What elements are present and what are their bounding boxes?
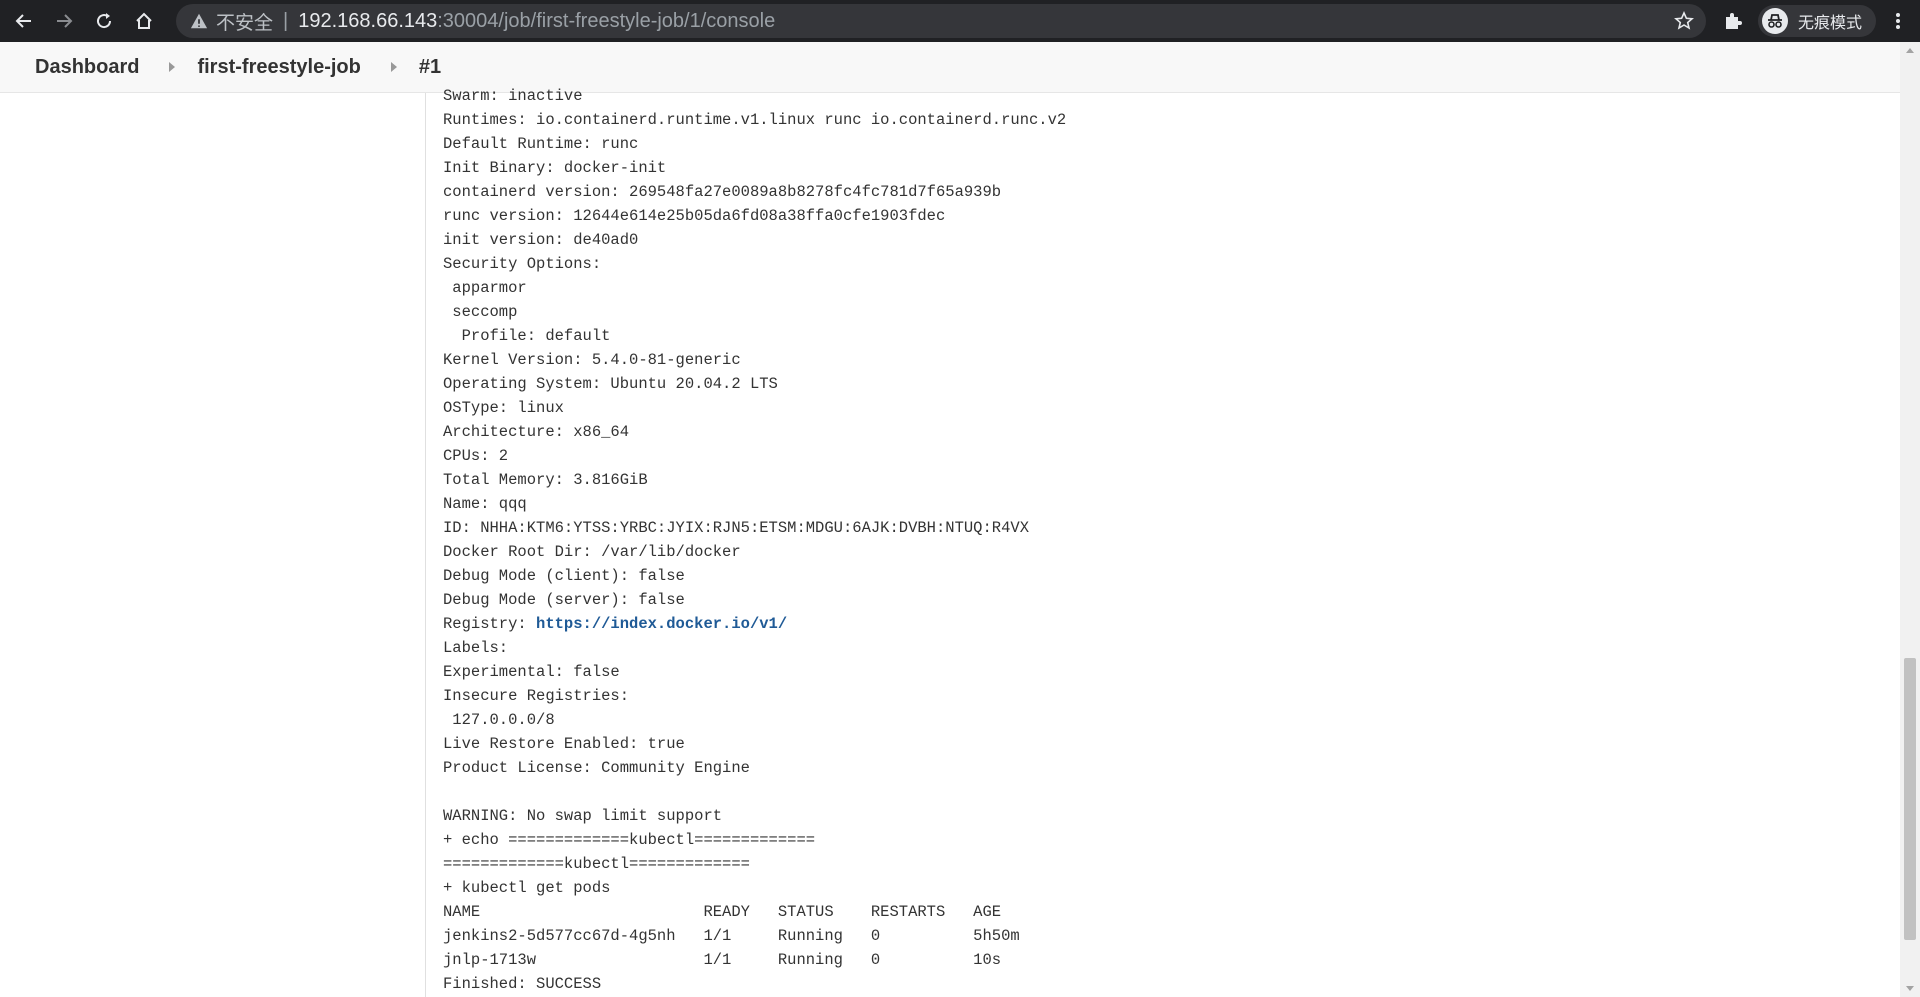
console-line: Total Memory: 3.816GiB bbox=[443, 471, 648, 489]
extensions-puzzle-icon[interactable] bbox=[1722, 10, 1744, 32]
console-line: Product License: Community Engine bbox=[443, 759, 750, 777]
console-line: Runtimes: io.containerd.runtime.v1.linux… bbox=[443, 111, 1067, 129]
bookmark-star-icon[interactable] bbox=[1674, 11, 1694, 31]
scroll-down-arrow-icon[interactable] bbox=[1906, 986, 1914, 991]
console-line: jenkins2-5d577cc67d-4g5nh 1/1 Running 0 … bbox=[443, 927, 1020, 945]
breadcrumb-build[interactable]: #1 bbox=[419, 56, 441, 79]
console-line: Swarm: inactive bbox=[443, 87, 583, 105]
console-line: CPUs: 2 bbox=[443, 447, 509, 465]
console-line: jnlp-1713w 1/1 Running 0 10s bbox=[443, 951, 1002, 969]
registry-link[interactable]: https://index.docker.io/v1/ bbox=[536, 615, 787, 633]
console-line: Name: qqq bbox=[443, 495, 527, 513]
registry-label: Registry: bbox=[443, 615, 537, 633]
console-line: Operating System: Ubuntu 20.04.2 LTS bbox=[443, 375, 778, 393]
console-line: Kernel Version: 5.4.0-81-generic bbox=[443, 351, 741, 369]
breadcrumb-dashboard[interactable]: Dashboard bbox=[35, 56, 139, 79]
browser-toolbar: 不安全 | 192.168.66.143:30004/job/first-fre… bbox=[0, 0, 1920, 42]
warning-icon[interactable] bbox=[190, 12, 208, 30]
console-line: NAME READY STATUS RESTARTS AGE bbox=[443, 903, 1002, 921]
console-line: seccomp bbox=[443, 303, 518, 321]
console-line: ID: NHHA:KTM6:YTSS:YRBC:JYIX:RJN5:ETSM:M… bbox=[443, 519, 1029, 537]
console-line: Finished: SUCCESS bbox=[443, 975, 602, 993]
console-line: runc version: 12644e614e25b05da6fd08a38f… bbox=[443, 207, 946, 225]
console-output: Swarm: inactive Runtimes: io.containerd.r… bbox=[443, 84, 1066, 996]
console-line: init version: de40ad0 bbox=[443, 231, 639, 249]
sidebar-divider bbox=[425, 93, 426, 997]
back-arrow-icon[interactable] bbox=[8, 5, 40, 37]
console-line: Experimental: false bbox=[443, 663, 620, 681]
console-line: =============kubectl============= bbox=[443, 855, 750, 873]
console-line: apparmor bbox=[443, 279, 527, 297]
page-scrollbar[interactable] bbox=[1900, 42, 1920, 997]
more-menu-icon[interactable] bbox=[1885, 8, 1911, 34]
console-line: Default Runtime: runc bbox=[443, 135, 639, 153]
console-line: Security Options: bbox=[443, 255, 602, 273]
console-line: WARNING: No swap limit support bbox=[443, 807, 723, 825]
scroll-thumb[interactable] bbox=[1904, 658, 1916, 940]
home-icon[interactable] bbox=[128, 5, 160, 37]
address-bar[interactable]: 不安全 | 192.168.66.143:30004/job/first-fre… bbox=[176, 4, 1706, 38]
console-line: Profile: default bbox=[443, 327, 611, 345]
console-line: 127.0.0.0/8 bbox=[443, 711, 555, 729]
console-line: + echo =============kubectl============= bbox=[443, 831, 816, 849]
console-line: OSType: linux bbox=[443, 399, 564, 417]
console-line: containerd version: 269548fa27e0089a8b82… bbox=[443, 183, 1002, 201]
breadcrumb-chevron-icon[interactable] bbox=[169, 62, 176, 72]
console-line: Init Binary: docker-init bbox=[443, 159, 667, 177]
reload-icon[interactable] bbox=[88, 5, 120, 37]
console-line: Live Restore Enabled: true bbox=[443, 735, 685, 753]
console-line-registry: Registry: https://index.docker.io/v1/ bbox=[443, 612, 1066, 636]
console-line: Architecture: x86_64 bbox=[443, 423, 630, 441]
incognito-profile-button[interactable]: 无痕模式 bbox=[1758, 5, 1877, 37]
console-line: Docker Root Dir: /var/lib/docker bbox=[443, 543, 741, 561]
console-line: + kubectl get pods bbox=[443, 879, 611, 897]
incognito-label: 无痕模式 bbox=[1798, 13, 1863, 32]
breadcrumb-chevron-icon[interactable] bbox=[390, 62, 397, 72]
breadcrumb-job[interactable]: first-freestyle-job bbox=[197, 56, 360, 79]
scroll-up-arrow-icon[interactable] bbox=[1906, 48, 1914, 53]
incognito-icon bbox=[1762, 8, 1788, 34]
url-host: 192.168.66.143 bbox=[298, 9, 438, 32]
console-line: Debug Mode (server): false bbox=[443, 591, 685, 609]
forward-arrow-icon[interactable] bbox=[48, 5, 80, 37]
not-secure-label[interactable]: 不安全 bbox=[216, 8, 273, 35]
url-path: :30004/job/first-freestyle-job/1/console bbox=[437, 9, 776, 32]
address-separator: | bbox=[283, 9, 289, 32]
console-line: Insecure Registries: bbox=[443, 687, 630, 705]
console-line: Debug Mode (client): false bbox=[443, 567, 685, 585]
console-line: Labels: bbox=[443, 639, 509, 657]
